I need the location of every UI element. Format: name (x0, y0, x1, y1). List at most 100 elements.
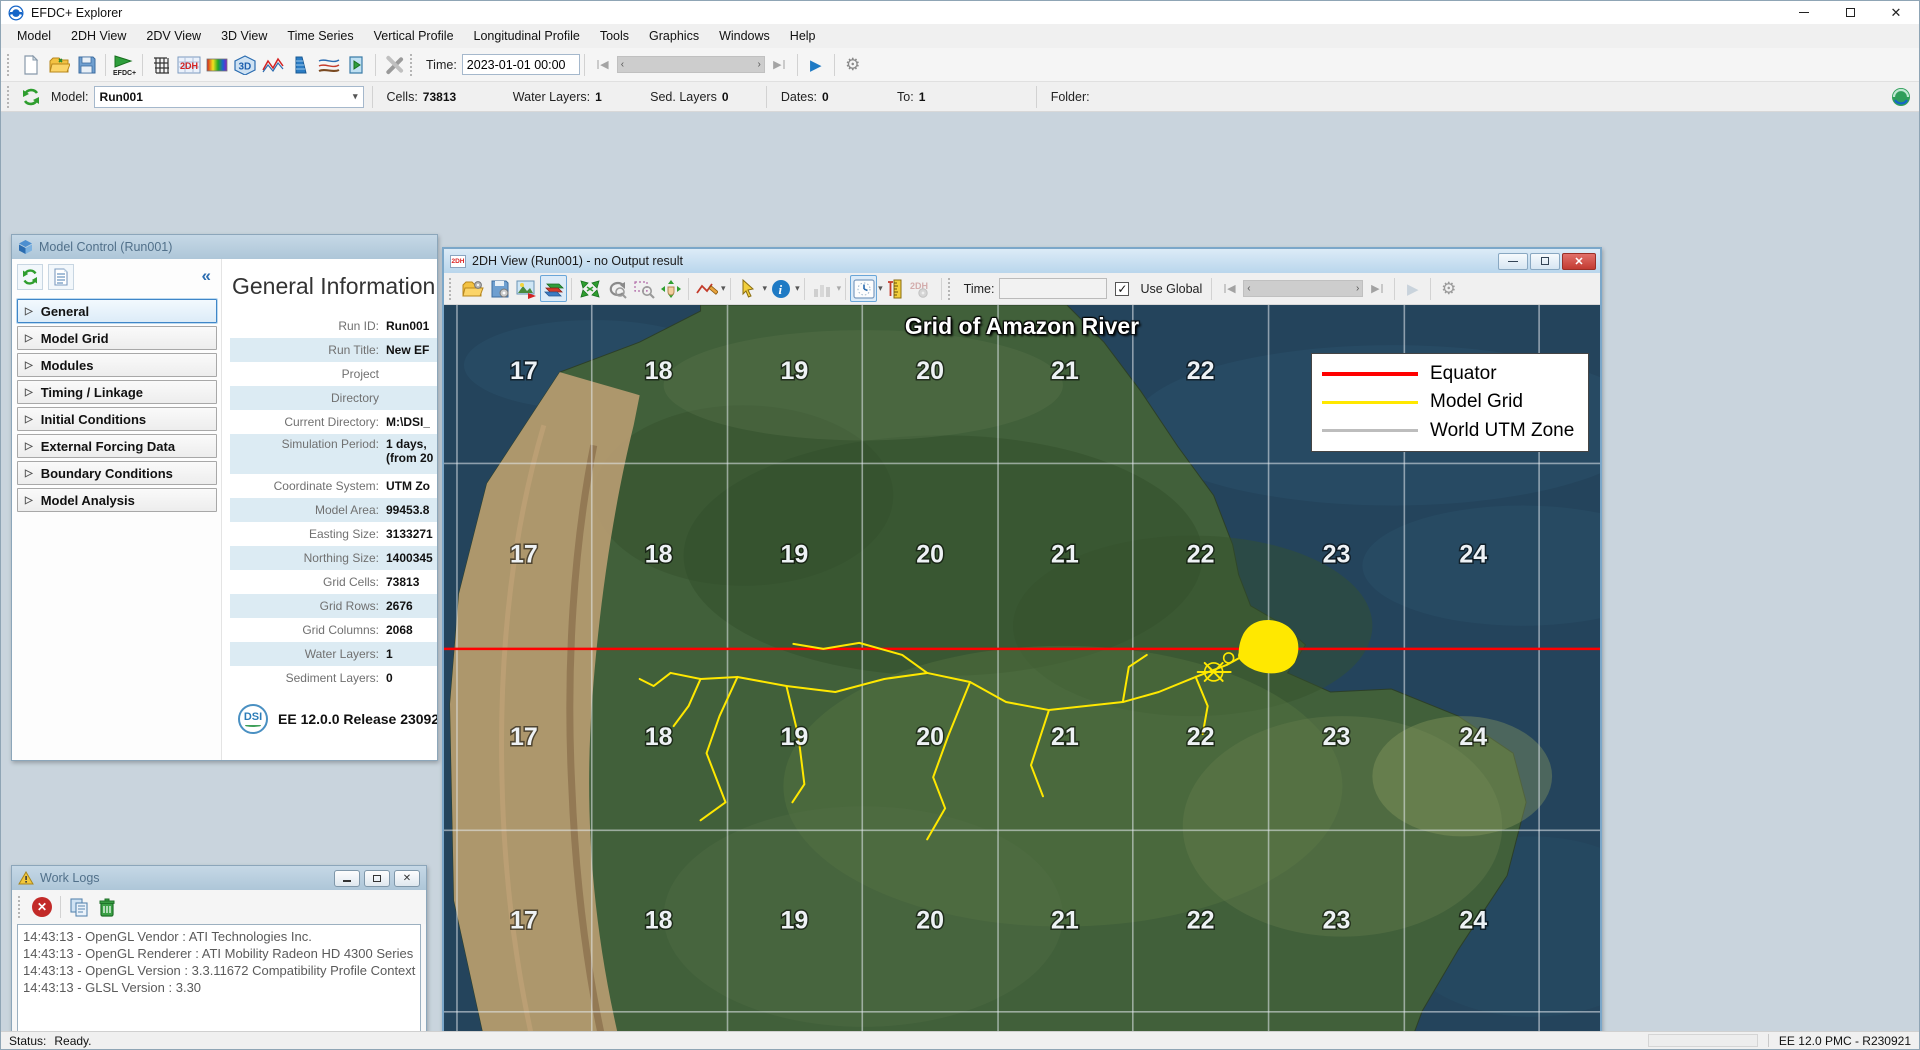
view2dh-close-button[interactable]: ✕ (1562, 253, 1596, 270)
select-button[interactable] (735, 275, 762, 302)
menu-tools[interactable]: Tools (590, 25, 639, 47)
view-animation-settings-button[interactable]: ⚙ (1435, 275, 1462, 302)
minimize-button[interactable] (1781, 1, 1827, 24)
chevron-down-icon[interactable]: ▾ (795, 283, 800, 294)
log-output[interactable]: 14:43:13 - OpenGL Vendor : ATI Technolog… (17, 924, 421, 1031)
view2dh-maximize-button[interactable] (1530, 253, 1560, 270)
skip-end-button[interactable]: ▶ (765, 51, 793, 79)
tree-item-boundary-conditions[interactable]: ▷Boundary Conditions (17, 461, 217, 485)
time-input[interactable] (462, 54, 580, 75)
layers-button[interactable] (540, 275, 567, 302)
view-time-slider[interactable]: ‹› (1243, 280, 1363, 297)
measure-button[interactable] (883, 275, 910, 302)
view-skip-start-button[interactable]: ◀ (1216, 275, 1243, 302)
view-time-input[interactable] (999, 278, 1107, 299)
export-view-button[interactable] (343, 51, 371, 79)
new-model-button[interactable] (17, 51, 45, 79)
tree-item-general[interactable]: ▷General (17, 299, 217, 323)
tree-item-modules[interactable]: ▷Modules (17, 353, 217, 377)
info-row: Grid Columns:2068 (230, 618, 437, 642)
menu-3d-view[interactable]: 3D View (211, 25, 277, 47)
menu-2dh-view[interactable]: 2DH View (61, 25, 136, 47)
svg-text:19: 19 (781, 907, 809, 935)
export-image-button[interactable] (513, 275, 540, 302)
zoom-rect-icon (633, 279, 655, 299)
use-global-checkbox[interactable]: ✓ (1115, 282, 1129, 296)
view2dh-titlebar[interactable]: 2DH 2DH View (Run001) - no Output result… (444, 249, 1600, 273)
report-button[interactable] (48, 264, 74, 290)
pan-button[interactable] (657, 275, 684, 302)
colorbar-button[interactable] (203, 51, 231, 79)
svg-text:2DH: 2DH (180, 61, 198, 71)
save-model-button[interactable] (73, 51, 101, 79)
work-logs-maximize-button[interactable] (364, 870, 390, 887)
refresh-model-button[interactable] (17, 83, 45, 111)
close-button[interactable]: ✕ (1873, 1, 1919, 24)
info-label: Simulation Period: (230, 437, 386, 451)
info-button[interactable]: i (767, 275, 794, 302)
longitudinal-profile-button[interactable] (315, 51, 343, 79)
2dh-view-button[interactable]: 2DH (175, 51, 203, 79)
tree-item-timing-linkage[interactable]: ▷Timing / Linkage (17, 380, 217, 404)
general-info-title: General Information (232, 273, 437, 300)
work-logs-minimize-button[interactable] (334, 870, 360, 887)
model-control-titlebar[interactable]: Model Control (Run001) (12, 235, 437, 259)
run-efdc-button[interactable]: EFDC+ (110, 51, 138, 79)
clock-display-button[interactable] (850, 275, 877, 302)
zoom-window-button[interactable] (630, 275, 657, 302)
save-view-button[interactable] (486, 275, 513, 302)
view-skip-end-button[interactable]: ▶ (1363, 275, 1390, 302)
tree-item-model-grid[interactable]: ▷Model Grid (17, 326, 217, 350)
svg-text:21: 21 (1051, 723, 1079, 751)
model-select[interactable]: Run001▾ (94, 86, 364, 108)
info-row: Water Layers:1 (230, 642, 437, 666)
grid-view-button[interactable] (147, 51, 175, 79)
gear-icon: ⚙ (1441, 280, 1456, 297)
collapse-panel-button[interactable]: « (202, 266, 217, 288)
menu-help[interactable]: Help (780, 25, 826, 47)
time-slider[interactable]: ‹› (617, 56, 765, 73)
copy-logs-button[interactable] (65, 893, 93, 921)
work-logs-close-button[interactable]: ✕ (394, 870, 420, 887)
maximize-button[interactable] (1827, 1, 1873, 24)
view2dh-minimize-button[interactable] (1498, 253, 1528, 270)
menu-time-series[interactable]: Time Series (277, 25, 363, 47)
animation-settings-button[interactable]: ⚙ (839, 51, 867, 79)
stop-logging-button[interactable]: ✕ (28, 893, 56, 921)
menu-vertical-profile[interactable]: Vertical Profile (364, 25, 464, 47)
map-canvas[interactable]: 1718192021221718192021222324171819202122… (444, 305, 1600, 1031)
chevron-down-icon[interactable]: ▾ (837, 283, 842, 294)
chevron-down-icon[interactable]: ▾ (721, 283, 726, 294)
3d-view-button[interactable]: 3D (231, 51, 259, 79)
zoom-previous-button[interactable] (603, 275, 630, 302)
2dh-options-button[interactable]: 2DH (910, 275, 937, 302)
vertical-profile-button[interactable] (287, 51, 315, 79)
trash-icon (99, 898, 115, 917)
2dh-gear-icon: 2DH (910, 279, 936, 299)
tree-item-initial-conditions[interactable]: ▷Initial Conditions (17, 407, 217, 431)
zoom-extent-button[interactable] (576, 275, 603, 302)
skip-start-button[interactable]: ◀ (589, 51, 617, 79)
release-version: EE 12.0.0 Release 230921 (278, 711, 437, 727)
tools-button[interactable] (380, 51, 408, 79)
chart-button[interactable] (809, 275, 836, 302)
time-series-button[interactable] (259, 51, 287, 79)
ee-home-button[interactable] (1887, 83, 1915, 111)
menu-graphics[interactable]: Graphics (639, 25, 709, 47)
clear-logs-button[interactable] (93, 893, 121, 921)
tree-item-model-analysis[interactable]: ▷Model Analysis (17, 488, 217, 512)
menu-model[interactable]: Model (7, 25, 61, 47)
work-logs-titlebar[interactable]: Work Logs ✕ (12, 866, 426, 890)
tree-item-external-forcing-data[interactable]: ▷External Forcing Data (17, 434, 217, 458)
svg-text:EFDC+: EFDC+ (113, 70, 136, 76)
menu-windows[interactable]: Windows (709, 25, 780, 47)
play-button[interactable]: ▶ (802, 51, 830, 79)
view-play-button[interactable]: ▶ (1399, 275, 1426, 302)
open-view-button[interactable] (459, 275, 486, 302)
menu-longitudinal-profile[interactable]: Longitudinal Profile (464, 25, 590, 47)
timeseries-icon (262, 55, 284, 75)
refresh-tree-button[interactable] (17, 264, 43, 290)
open-model-button[interactable] (45, 51, 73, 79)
polyline-edit-button[interactable] (693, 275, 720, 302)
menu-2dv-view[interactable]: 2DV View (136, 25, 211, 47)
